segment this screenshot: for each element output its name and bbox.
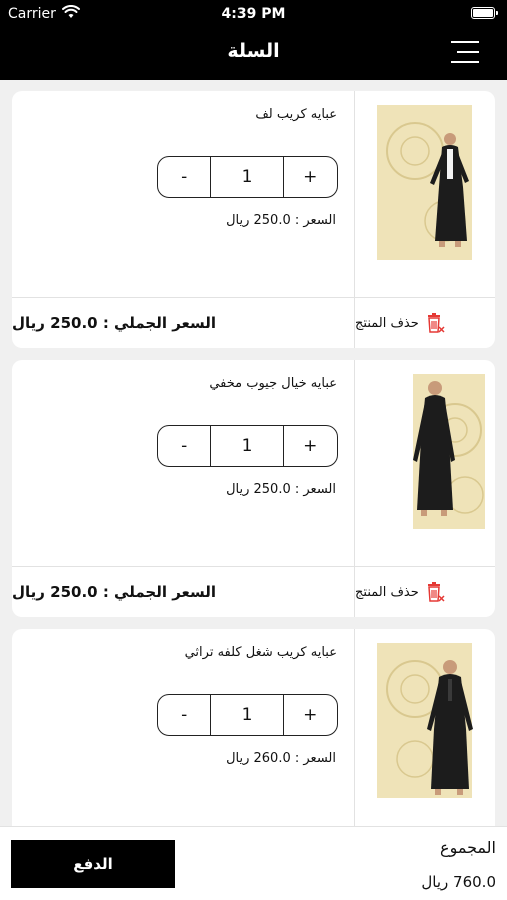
increase-button[interactable]: + (284, 695, 337, 735)
product-image[interactable] (354, 91, 495, 297)
delete-label: حذف المنتج (355, 584, 419, 600)
delete-button[interactable]: حذف المنتج (354, 567, 495, 617)
pay-button[interactable]: الدفع (11, 840, 175, 888)
status-time: 4:39 PM (221, 6, 286, 22)
decrease-button[interactable]: - (158, 426, 212, 466)
page-title: السلة (227, 40, 280, 62)
cart-item: عبايه خيال جيوب مخفي - 1 + السعر : 250.0… (12, 360, 495, 617)
item-footer: حذف المنتج السعر الجملي : 250.0 ريال (12, 566, 495, 617)
decrease-button[interactable]: - (158, 695, 212, 735)
unit-price: السعر : 250.0 ريال (226, 213, 336, 228)
trash-icon (427, 582, 445, 602)
increase-button[interactable]: + (284, 426, 337, 466)
product-name: عبايه كريب شغل كلفه تراثي (184, 645, 337, 660)
cart-item: عبايه كريب لف - 1 + السعر : 250.0 ريال ح… (12, 91, 495, 348)
item-footer: حذف المنتج السعر الجملي : 250.0 ريال (12, 297, 495, 348)
battery-icon (471, 7, 498, 19)
decrease-button[interactable]: - (158, 157, 212, 197)
sum-label: المجموع (440, 838, 496, 857)
item-info: عبايه كريب لف - 1 + السعر : 250.0 ريال (12, 91, 353, 297)
quantity-stepper: - 1 + (157, 425, 338, 467)
product-image[interactable] (354, 360, 495, 566)
increase-button[interactable]: + (284, 157, 337, 197)
sum-value: 760.0 ريال (421, 873, 496, 891)
product-name: عبايه كريب لف (255, 107, 337, 122)
unit-price: السعر : 250.0 ريال (226, 482, 336, 497)
product-name: عبايه خيال جيوب مخفي (209, 376, 337, 391)
header: Carrier 4:39 PM السلة (0, 0, 507, 80)
quantity-value: 1 (211, 426, 284, 466)
item-total: السعر الجملي : 250.0 ريال (12, 314, 217, 332)
trash-icon (427, 313, 445, 333)
item-total: السعر الجملي : 250.0 ريال (12, 583, 217, 601)
item-info: عبايه كريب شغل كلفه تراثي - 1 + السعر : … (12, 629, 353, 835)
product-image[interactable] (354, 629, 495, 835)
quantity-stepper: - 1 + (157, 156, 338, 198)
menu-icon[interactable] (451, 41, 479, 63)
delete-label: حذف المنتج (355, 315, 419, 331)
item-info: عبايه خيال جيوب مخفي - 1 + السعر : 250.0… (12, 360, 353, 566)
quantity-value: 1 (211, 695, 284, 735)
checkout-bar: الدفع المجموع 760.0 ريال (0, 826, 507, 900)
delete-button[interactable]: حذف المنتج (354, 298, 495, 348)
status-bar: Carrier 4:39 PM (0, 0, 507, 28)
quantity-stepper: - 1 + (157, 694, 338, 736)
unit-price: السعر : 260.0 ريال (226, 751, 336, 766)
quantity-value: 1 (211, 157, 284, 197)
